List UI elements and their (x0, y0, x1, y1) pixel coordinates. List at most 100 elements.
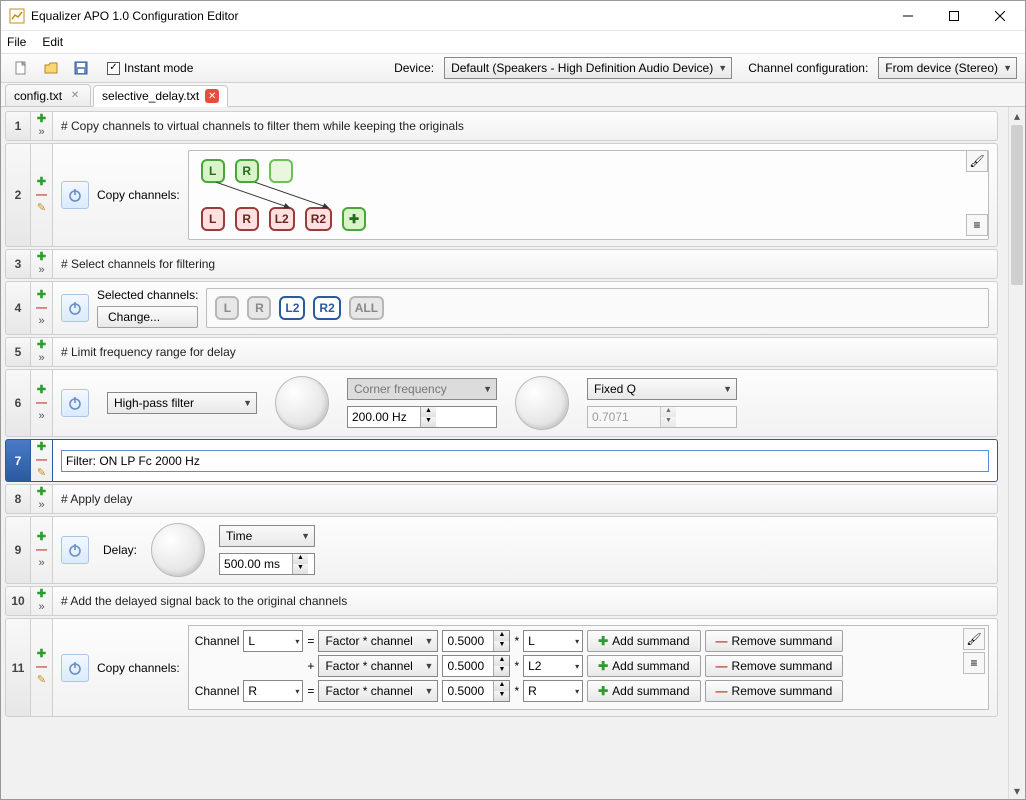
menu-edit[interactable]: Edit (42, 35, 63, 49)
new-file-button[interactable] (9, 56, 33, 80)
channel-select[interactable]: L▾ (243, 630, 303, 652)
expr-select[interactable]: Factor * channel▼ (318, 630, 438, 652)
add-summand-button[interactable]: ✚Add summand (587, 680, 700, 702)
freq-knob[interactable] (515, 376, 569, 430)
channel-pill-R2[interactable]: R2 (305, 207, 332, 231)
instant-mode-label: Instant mode (124, 61, 193, 75)
selected-channels-label: Selected channels: (97, 288, 198, 302)
channel-pill-empty[interactable] (269, 159, 293, 183)
close-tab-icon[interactable]: ✕ (205, 89, 219, 103)
expand-icon[interactable]: » (38, 265, 44, 276)
channel-pill-L[interactable]: L (201, 159, 225, 183)
channel-chip-L[interactable]: L (215, 296, 239, 320)
scroll-thumb[interactable] (1011, 125, 1023, 285)
channel-chip-R2[interactable]: R2 (313, 296, 340, 320)
remove-summand-button[interactable]: —Remove summand (705, 680, 844, 702)
channel-graph[interactable]: L R L R L2 R2 ✚ 🖌 ≡ (188, 150, 989, 240)
remove-icon[interactable]: — (36, 190, 47, 201)
check-icon: ✓ (107, 62, 120, 75)
filter-text-input[interactable] (61, 450, 989, 472)
power-toggle[interactable] (61, 389, 89, 417)
comment-text: # Apply delay (61, 492, 132, 506)
expr-select[interactable]: Factor * channel▼ (318, 655, 438, 677)
channel-pill-L2[interactable]: L2 (269, 207, 295, 231)
list-icon[interactable]: ≡ (966, 214, 988, 236)
remove-summand-button[interactable]: —Remove summand (705, 655, 844, 677)
power-toggle[interactable] (61, 294, 89, 322)
scroll-up-icon[interactable]: ▴ (1009, 107, 1025, 124)
command-row: 1 ✚ » # Copy channels to virtual channel… (5, 111, 998, 141)
add-icon[interactable]: ✚ (37, 252, 46, 263)
channel-pill-L[interactable]: L (201, 207, 225, 231)
delay-mode-select[interactable]: Time▼ (219, 525, 315, 547)
comment-text: # Add the delayed signal back to the ori… (61, 594, 347, 608)
device-label: Device: (394, 61, 434, 75)
factor-input[interactable]: ▲▼ (442, 680, 510, 702)
close-tab-icon[interactable]: ✕ (68, 89, 82, 103)
copy-channels-label: Copy channels: (97, 188, 180, 202)
power-toggle[interactable] (61, 536, 89, 564)
channel-config-select[interactable]: From device (Stereo)▼ (878, 57, 1017, 79)
add-summand-button[interactable]: ✚Add summand (587, 655, 700, 677)
q-type-select[interactable]: Fixed Q▼ (587, 378, 737, 400)
gain-knob[interactable] (275, 376, 329, 430)
row-number[interactable]: 2 (5, 143, 31, 247)
tab-strip: config.txt ✕ selective_delay.txt ✕ (1, 83, 1025, 107)
channel-select[interactable]: R▾ (243, 680, 303, 702)
filter-type-select[interactable]: High-pass filter▼ (107, 392, 257, 414)
power-toggle[interactable] (61, 654, 89, 682)
add-channel-button[interactable]: ✚ (342, 207, 366, 231)
instant-mode-checkbox[interactable]: ✓ Instant mode (107, 61, 193, 75)
add-icon[interactable]: ✚ (37, 114, 46, 125)
channel-selection-area: L R L2 R2 ALL (206, 288, 989, 328)
factor-input[interactable]: ▲▼ (442, 655, 510, 677)
copy-channels-label: Copy channels: (97, 661, 180, 675)
add-icon[interactable]: ✚ (37, 177, 46, 188)
channel-chip-R[interactable]: R (247, 296, 271, 320)
tab-config[interactable]: config.txt ✕ (5, 84, 91, 106)
channel-chip-L2[interactable]: L2 (279, 296, 305, 320)
menu-file[interactable]: File (7, 35, 26, 49)
row-number[interactable]: 1 (5, 111, 31, 141)
delay-value-input[interactable]: ▲▼ (219, 553, 315, 575)
scroll-down-icon[interactable]: ▾ (1009, 782, 1025, 799)
change-button[interactable]: Change... (97, 306, 198, 328)
maximize-button[interactable] (931, 2, 977, 30)
expr-select[interactable]: Factor * channel▼ (318, 680, 438, 702)
channel-chip-ALL[interactable]: ALL (349, 296, 384, 320)
corner-freq-label: Corner frequency▼ (347, 378, 497, 400)
minimize-button[interactable] (885, 2, 931, 30)
summand-table: 🖌≡ Channel L▾ = Factor * channel▼ ▲▼ * L… (188, 625, 989, 710)
device-select[interactable]: Default (Speakers - High Definition Audi… (444, 57, 732, 79)
brush-icon[interactable]: 🖌 (966, 150, 988, 172)
vertical-scrollbar[interactable]: ▴ ▾ (1008, 107, 1025, 799)
menu-bar: File Edit (1, 31, 1025, 53)
list-icon[interactable]: ≡ (963, 652, 985, 674)
comment-text: # Select channels for filtering (61, 257, 215, 271)
channel-select[interactable]: L2▾ (523, 655, 583, 677)
open-file-button[interactable] (39, 56, 63, 80)
q-value-input: ▲▼ (587, 406, 737, 428)
corner-freq-input[interactable]: ▲▼ (347, 406, 497, 428)
channel-pill-R[interactable]: R (235, 207, 259, 231)
factor-input[interactable]: ▲▼ (442, 630, 510, 652)
channel-select[interactable]: L▾ (523, 630, 583, 652)
power-toggle[interactable] (61, 181, 89, 209)
window-title: Equalizer APO 1.0 Configuration Editor (31, 9, 885, 23)
brush-icon[interactable]: 🖌 (963, 628, 985, 650)
close-button[interactable] (977, 2, 1023, 30)
workspace: 1 ✚ » # Copy channels to virtual channel… (1, 107, 1025, 799)
remove-summand-button[interactable]: —Remove summand (705, 630, 844, 652)
comment-text: # Limit frequency range for delay (61, 345, 236, 359)
tab-selective-delay[interactable]: selective_delay.txt ✕ (93, 85, 228, 107)
add-summand-button[interactable]: ✚Add summand (587, 630, 700, 652)
save-file-button[interactable] (69, 56, 93, 80)
channel-config-label: Channel configuration: (748, 61, 868, 75)
delay-label: Delay: (103, 543, 137, 557)
channel-select[interactable]: R▾ (523, 680, 583, 702)
delay-knob[interactable] (151, 523, 205, 577)
channel-pill-R[interactable]: R (235, 159, 259, 183)
expand-icon[interactable]: » (38, 127, 44, 138)
command-list: 1 ✚ » # Copy channels to virtual channel… (1, 107, 1008, 799)
edit-icon[interactable]: ✎ (37, 203, 46, 214)
